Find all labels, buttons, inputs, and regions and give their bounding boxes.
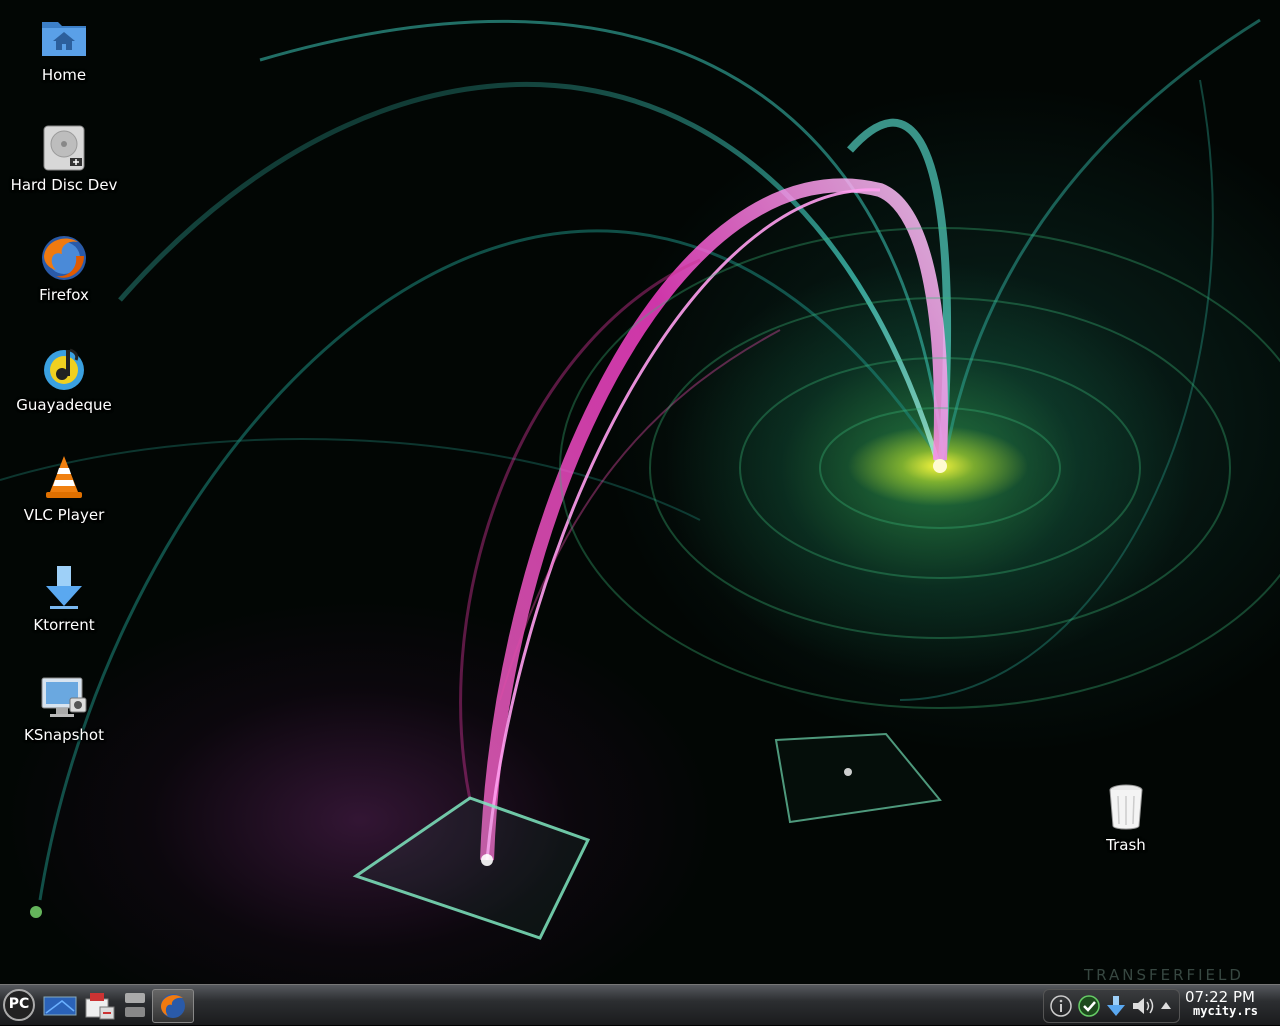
desktop-icon-label: Hard Disc Dev xyxy=(10,176,118,194)
wallpaper-art xyxy=(0,18,1280,940)
hard-disk-icon xyxy=(38,122,90,174)
desktop-icon-label: Home xyxy=(41,66,87,84)
vlc-cone-icon xyxy=(38,452,90,504)
info-icon[interactable] xyxy=(1048,994,1074,1018)
ktorrent-download-icon xyxy=(38,562,90,614)
guayadeque-icon xyxy=(38,342,90,394)
desktop-icon-firefox[interactable]: Firefox xyxy=(4,232,124,304)
desktop-icon-label: Guayadeque xyxy=(16,396,112,414)
desktop-icon-home[interactable]: Home xyxy=(4,12,124,84)
taskbar-panel: PC 07:22 PM xyxy=(0,984,1280,1025)
package-manager-icon[interactable] xyxy=(82,989,118,1021)
desktop-icon-label: Ktorrent xyxy=(33,616,95,634)
wallpaper-watermark: TRANSFERFIELD xyxy=(1084,966,1244,984)
download-arrow-icon[interactable] xyxy=(1104,994,1128,1018)
ksnapshot-monitor-icon xyxy=(38,672,90,724)
desktop-icon-hard-disc[interactable]: Hard Disc Dev xyxy=(4,122,124,194)
volume-icon[interactable] xyxy=(1130,994,1156,1018)
window-list-icon[interactable] xyxy=(122,989,148,1021)
firefox-task-icon[interactable] xyxy=(152,989,194,1023)
desktop-icon-vlc[interactable]: VLC Player xyxy=(4,452,124,524)
desktop-icon-label: Firefox xyxy=(39,286,89,304)
desktop-icon-trash[interactable]: Trash xyxy=(1066,782,1186,854)
desktop-switcher-icon[interactable] xyxy=(42,989,78,1021)
home-folder-icon xyxy=(38,12,90,64)
trash-bin-icon xyxy=(1100,782,1152,834)
tray-expand-arrow-icon[interactable] xyxy=(1158,996,1174,1016)
desktop-icon-label: Trash xyxy=(1106,836,1146,854)
brand-watermark: mycity.rs xyxy=(1193,1004,1259,1018)
firefox-icon xyxy=(38,232,90,284)
desktop-icon-ktorrent[interactable]: Ktorrent xyxy=(4,562,124,634)
desktop-icon-label: KSnapshot xyxy=(24,726,104,744)
start-menu-label: PC xyxy=(8,996,30,1012)
start-menu-button[interactable]: PC xyxy=(2,989,36,1021)
desktop-icon-label: VLC Player xyxy=(23,506,105,524)
system-tray xyxy=(1043,989,1180,1023)
update-check-icon[interactable] xyxy=(1076,994,1102,1018)
desktop-icon-guayadeque[interactable]: Guayadeque xyxy=(4,342,124,414)
desktop-icon-ksnapshot[interactable]: KSnapshot xyxy=(4,672,124,744)
